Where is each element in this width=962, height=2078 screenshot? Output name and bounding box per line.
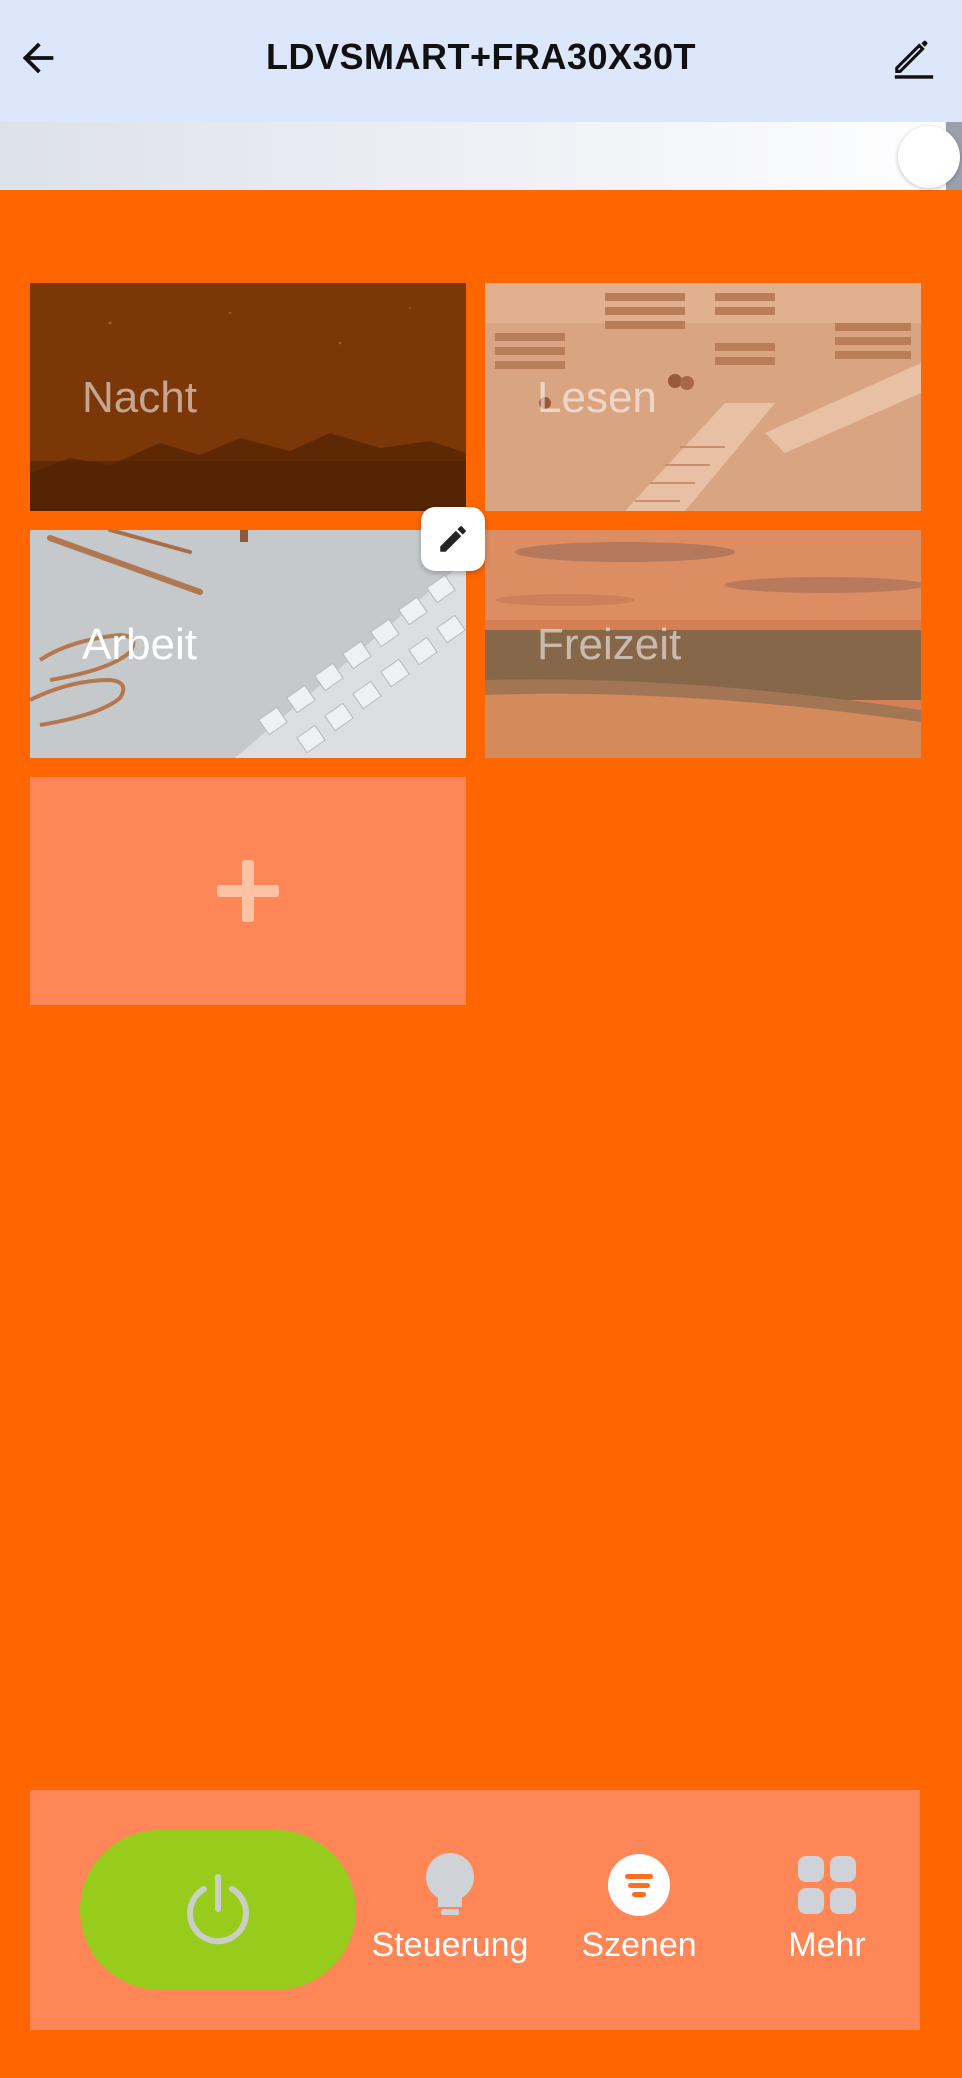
pencil-icon	[440, 526, 466, 552]
scene-tile-freizeit[interactable]: Freizeit	[485, 530, 921, 758]
nav-item-steuerung[interactable]: Steuerung	[355, 1852, 545, 1982]
scene-label: Freizeit	[537, 620, 682, 669]
page-title: LDVSMART+FRA30X30T	[265, 36, 697, 77]
scene-label: Arbeit	[82, 620, 197, 669]
back-button[interactable]	[8, 28, 68, 88]
scene-label: Lesen	[537, 373, 657, 422]
brightness-slider[interactable]	[0, 122, 962, 190]
brightness-slider-knob[interactable]	[898, 126, 960, 188]
nav-label: Steuerung	[371, 1926, 529, 1964]
bulb-icon	[426, 1853, 474, 1915]
scene-tile-nacht[interactable]: Nacht	[30, 283, 466, 511]
top-bar: LDVSMART+FRA30X30T	[0, 0, 962, 122]
add-scene-button[interactable]	[30, 777, 466, 1005]
pencil-icon	[894, 40, 934, 79]
nav-item-szenen[interactable]: Szenen	[544, 1852, 734, 1982]
edit-scene-button[interactable]	[421, 507, 485, 571]
nav-label: Mehr	[788, 1926, 866, 1964]
power-icon	[187, 1874, 249, 1945]
power-button[interactable]	[80, 1830, 356, 1990]
scene-tile-arbeit[interactable]: Arbeit	[30, 530, 466, 758]
edit-device-button[interactable]	[884, 28, 944, 88]
bottom-control-panel: Steuerung Szenen Mehr	[30, 1790, 920, 2030]
plus-icon	[217, 860, 279, 922]
grid-icon	[798, 1856, 856, 1914]
scene-label: Nacht	[82, 373, 197, 422]
arrow-left-icon	[22, 42, 54, 74]
nav-label: Szenen	[581, 1926, 697, 1964]
scenes-icon	[608, 1854, 670, 1916]
scene-tile-lesen[interactable]: Lesen	[485, 283, 921, 511]
nav-item-mehr[interactable]: Mehr	[732, 1852, 922, 1982]
